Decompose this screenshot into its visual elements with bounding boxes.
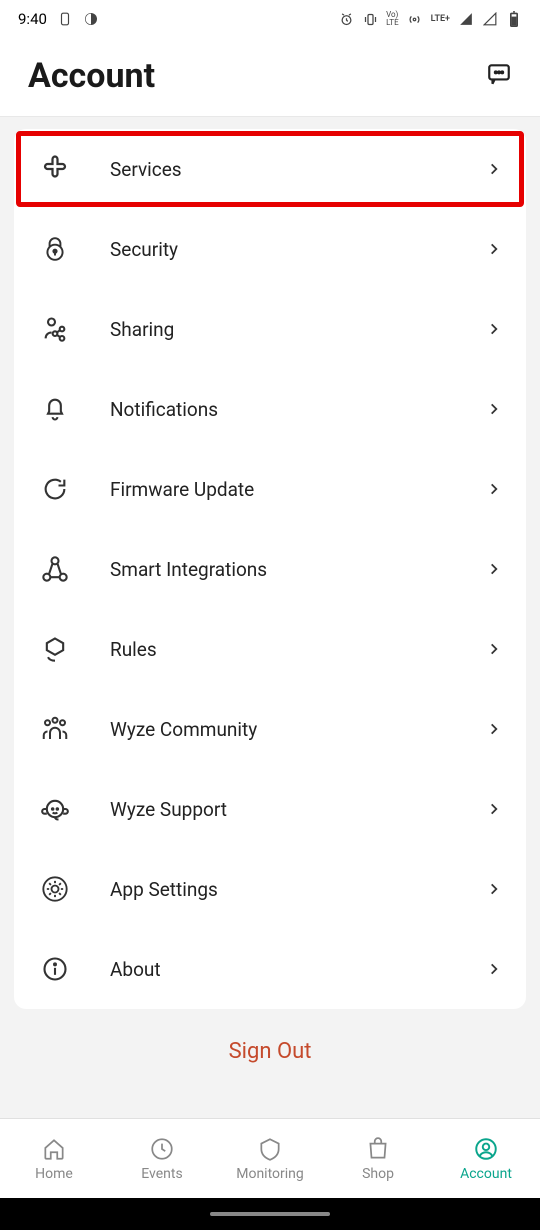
info-icon	[36, 950, 74, 988]
lte-label: LTE+	[431, 14, 450, 24]
row-community[interactable]: Wyze Community	[14, 689, 526, 769]
chevron-right-icon	[484, 799, 504, 819]
bell-icon	[36, 390, 74, 428]
tab-label: Home	[35, 1166, 73, 1182]
row-notifications[interactable]: Notifications	[14, 369, 526, 449]
rules-icon	[36, 630, 74, 668]
row-label: Sharing	[110, 318, 484, 341]
status-time: 9:40	[18, 10, 47, 28]
status-right: Vo)LTE LTE+	[338, 11, 522, 27]
chevron-right-icon	[484, 719, 504, 739]
row-label: About	[110, 958, 484, 981]
battery-icon	[506, 11, 522, 27]
chevron-right-icon	[484, 559, 504, 579]
row-integrations[interactable]: Smart Integrations	[14, 529, 526, 609]
content-area: Services Security Sharing Notifications	[0, 117, 540, 1118]
row-label: Rules	[110, 638, 484, 661]
tab-bar: Home Events Monitoring Shop Account	[0, 1118, 540, 1198]
signal-icon-2	[482, 11, 498, 27]
integrations-icon	[36, 550, 74, 588]
row-app-settings[interactable]: App Settings	[14, 849, 526, 929]
chevron-right-icon	[484, 399, 504, 419]
app-icon-1	[57, 11, 73, 27]
row-services[interactable]: Services	[14, 129, 526, 209]
messages-button[interactable]	[486, 61, 512, 91]
gear-icon	[36, 870, 74, 908]
chevron-right-icon	[484, 159, 504, 179]
tab-events[interactable]: Events	[108, 1119, 216, 1198]
row-sharing[interactable]: Sharing	[14, 289, 526, 369]
update-icon	[36, 470, 74, 508]
chevron-right-icon	[484, 879, 504, 899]
tab-home[interactable]: Home	[0, 1119, 108, 1198]
status-left: 9:40	[18, 10, 99, 28]
settings-card: Services Security Sharing Notifications	[14, 129, 526, 1009]
page-title: Account	[28, 56, 155, 96]
signal-icon-1	[458, 11, 474, 27]
lock-icon	[36, 230, 74, 268]
chevron-right-icon	[484, 319, 504, 339]
tab-label: Shop	[362, 1166, 394, 1182]
page-header: Account	[0, 38, 540, 117]
vibrate-icon	[362, 11, 378, 27]
tab-label: Monitoring	[236, 1166, 304, 1182]
row-label: Wyze Community	[110, 718, 484, 741]
app-icon-2	[83, 11, 99, 27]
tab-label: Events	[141, 1166, 182, 1182]
plus-icon	[36, 150, 74, 188]
row-label: Services	[110, 158, 484, 181]
row-label: Notifications	[110, 398, 484, 421]
row-label: Security	[110, 238, 484, 261]
support-icon	[36, 790, 74, 828]
hotspot-icon	[407, 11, 423, 27]
nav-indicator	[0, 1198, 540, 1230]
chevron-right-icon	[484, 959, 504, 979]
row-firmware[interactable]: Firmware Update	[14, 449, 526, 529]
sign-out-button[interactable]: Sign Out	[14, 1009, 526, 1100]
chevron-right-icon	[484, 639, 504, 659]
alarm-icon	[338, 11, 354, 27]
chevron-right-icon	[484, 239, 504, 259]
chevron-right-icon	[484, 479, 504, 499]
tab-monitoring[interactable]: Monitoring	[216, 1119, 324, 1198]
row-label: Smart Integrations	[110, 558, 484, 581]
tab-shop[interactable]: Shop	[324, 1119, 432, 1198]
sharing-icon	[36, 310, 74, 348]
row-security[interactable]: Security	[14, 209, 526, 289]
volte-icon: Vo)LTE	[386, 11, 399, 27]
row-label: Wyze Support	[110, 798, 484, 821]
row-label: App Settings	[110, 878, 484, 901]
community-icon	[36, 710, 74, 748]
row-about[interactable]: About	[14, 929, 526, 1009]
status-bar: 9:40 Vo)LTE LTE+	[0, 0, 540, 38]
tab-label: Account	[460, 1166, 512, 1182]
home-indicator-bar[interactable]	[210, 1212, 330, 1216]
row-label: Firmware Update	[110, 478, 484, 501]
row-support[interactable]: Wyze Support	[14, 769, 526, 849]
tab-account[interactable]: Account	[432, 1119, 540, 1198]
row-rules[interactable]: Rules	[14, 609, 526, 689]
